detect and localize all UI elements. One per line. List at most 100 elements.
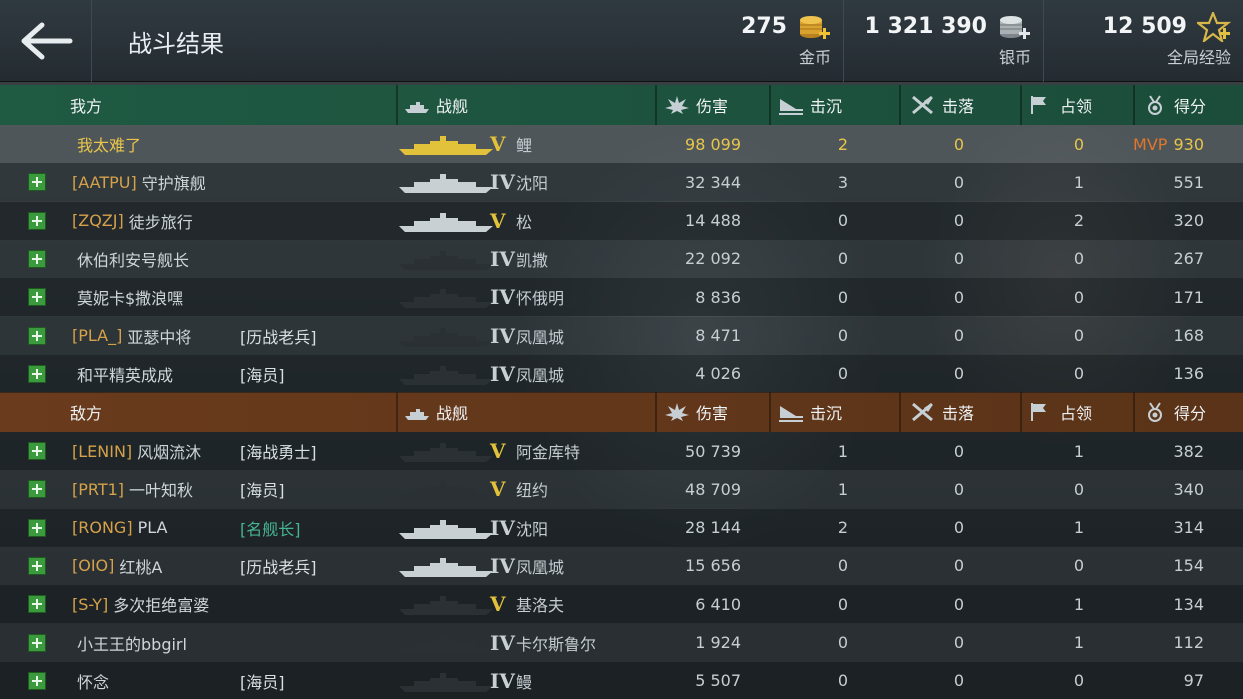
back-button[interactable] <box>0 0 92 82</box>
player-name-cell: [OIO] 红桃A <box>72 547 162 585</box>
ship-silhouette-icon <box>399 136 493 155</box>
add-friend-button[interactable] <box>28 173 46 192</box>
score-value: 97 <box>1183 671 1204 691</box>
player-row[interactable]: 休伯利安号舰长 IV 凯撒 22 092 0 0 0 267 <box>0 239 1243 278</box>
capture-value: 1 <box>1073 594 1084 614</box>
silver-label: 银币 <box>998 48 1031 67</box>
add-friend-button[interactable] <box>28 326 46 345</box>
ship-tier: V <box>490 208 506 233</box>
player-title-badge: [海员] <box>240 481 285 501</box>
player-row[interactable]: 莫妮卡$撒浪嘿 IV 怀俄明 8 836 0 0 0 171 <box>0 278 1243 317</box>
ship-name: 纽约 <box>516 481 549 501</box>
ship-name: 沈阳 <box>516 174 549 194</box>
damage-value: 4 026 <box>695 364 741 384</box>
ship-name: 阿金库特 <box>516 443 581 462</box>
add-friend-button[interactable] <box>28 518 46 537</box>
player-row[interactable]: [RONG] PLA [名舰长] IV 沈阳 28 144 2 0 1 314 <box>0 508 1243 547</box>
col-damage-header[interactable]: 伤害 <box>664 85 728 125</box>
col-sunk-header[interactable]: 击沉 <box>778 392 842 432</box>
ship-name: 沈阳 <box>516 519 549 539</box>
score-value: 314 <box>1173 518 1204 538</box>
player-name: 莫妮卡$撒浪嘿 <box>77 289 184 309</box>
add-friend-button[interactable] <box>28 211 46 230</box>
back-arrow-icon <box>21 22 72 60</box>
player-title-badge: [历战老兵] <box>240 327 317 347</box>
enemy-label: 敌方 <box>70 404 103 423</box>
player-row[interactable]: [PLA_] 亚瑟中将 [历战老兵] IV 凤凰城 8 471 0 0 0 16… <box>0 316 1243 355</box>
player-name-cell: 休伯利安号舰长 <box>72 240 189 278</box>
silver-balance[interactable]: 1 321 390 银币 <box>843 0 1043 82</box>
shotdown-value: 0 <box>953 172 964 192</box>
damage-value: 8 836 <box>695 287 741 307</box>
add-friend-button[interactable] <box>28 633 46 652</box>
score-cell: 154 <box>1120 547 1204 585</box>
capture-value: 0 <box>1073 249 1084 269</box>
col-damage-label: 伤害 <box>696 404 729 423</box>
add-friend-button[interactable] <box>28 364 46 383</box>
score-value: 320 <box>1173 211 1204 231</box>
add-friend-button[interactable] <box>28 556 46 575</box>
silver-value: 1 321 390 <box>864 14 987 39</box>
col-score-header[interactable]: 得分 <box>1142 85 1206 125</box>
player-row[interactable]: 怀念 [海员] IV 鳗 5 507 0 0 0 97 <box>0 661 1243 699</box>
player-row[interactable]: [LENIN] 风烟流沐 [海战勇士] V 阿金库特 50 739 1 0 1 … <box>0 432 1243 470</box>
col-shotdown-header[interactable]: 击落 <box>910 392 974 432</box>
score-value: 136 <box>1173 364 1204 384</box>
player-name: 小王王的bbgirl <box>77 634 187 654</box>
player-row[interactable]: [OIO] 红桃A [历战老兵] IV 凤凰城 15 656 0 0 0 154 <box>0 546 1243 585</box>
ship-silhouette-icon <box>399 443 493 462</box>
col-capture-header[interactable]: 占领 <box>1028 392 1092 432</box>
damage-value: 6 410 <box>695 594 741 614</box>
add-friend-button[interactable] <box>28 442 46 460</box>
add-friend-button[interactable] <box>28 249 46 268</box>
xp-balance[interactable]: 12 509 全局经验 <box>1043 0 1243 82</box>
sinking-ship-icon <box>779 406 803 422</box>
col-ship-header[interactable]: 战舰 <box>404 85 468 125</box>
score-cell: 136 <box>1120 355 1204 393</box>
col-shotdown-header[interactable]: 击落 <box>910 85 974 125</box>
add-friend-button[interactable] <box>28 595 46 614</box>
player-row[interactable]: [PRT1] 一叶知秋 [海员] V 纽约 48 709 1 0 0 340 <box>0 470 1243 509</box>
player-row[interactable]: 小王王的bbgirl IV 卡尔斯鲁尔 1 924 0 0 1 112 <box>0 623 1243 662</box>
player-row[interactable]: [S-Y] 多次拒绝富婆 V 基洛夫 6 410 0 0 1 134 <box>0 585 1243 624</box>
clan-tag: [PRT1] <box>72 479 125 499</box>
shotdown-value: 0 <box>953 671 964 691</box>
col-sunk-header[interactable]: 击沉 <box>778 85 842 125</box>
capture-value: 1 <box>1073 441 1084 461</box>
capture-value: 0 <box>1073 479 1084 499</box>
capture-value: 0 <box>1073 364 1084 384</box>
player-row[interactable]: [AATPU] 守护旗舰 IV 沈阳 32 344 3 0 1 551 <box>0 163 1243 202</box>
ship-silhouette-icon <box>399 596 493 616</box>
ship-tier: V <box>490 439 506 463</box>
col-capture-header[interactable]: 占领 <box>1028 85 1092 125</box>
add-friend-button[interactable] <box>28 288 46 307</box>
clan-tag: [S-Y] <box>72 594 109 614</box>
gold-balance[interactable]: 275 金币 <box>643 0 843 82</box>
add-friend-button[interactable] <box>28 671 46 690</box>
page-title: 战斗结果 <box>128 30 224 58</box>
player-row[interactable]: 和平精英成成 [海员] IV 凤凰城 4 026 0 0 0 136 <box>0 354 1243 393</box>
player-row-self[interactable]: 我太难了 V 鲤 98 099 2 0 0 MVP 930 <box>0 125 1243 163</box>
ship-silhouette-icon <box>399 365 493 385</box>
add-friend-button[interactable] <box>28 480 46 499</box>
col-capture-label: 占领 <box>1060 404 1093 423</box>
ship-tier: IV <box>490 361 515 386</box>
player-name-cell: [AATPU] 守护旗舰 <box>72 163 206 201</box>
player-name-cell: 莫妮卡$撒浪嘿 <box>72 278 183 316</box>
ship-name: 凤凰城 <box>516 327 565 347</box>
sunk-value: 2 <box>837 518 848 538</box>
player-name: 怀念 <box>77 672 110 692</box>
col-damage-header[interactable]: 伤害 <box>664 392 728 432</box>
medal-icon <box>1148 402 1162 422</box>
player-title-badge: [海战勇士] <box>240 443 317 462</box>
player-name: 多次拒绝富婆 <box>113 596 210 616</box>
score-cell: 97 <box>1120 662 1204 699</box>
col-score-header[interactable]: 得分 <box>1142 392 1206 432</box>
damage-value: 14 488 <box>685 211 741 231</box>
flag-icon <box>1031 403 1046 421</box>
player-name-cell: 怀念 <box>72 662 109 699</box>
player-row[interactable]: [ZQZJ] 徒步旅行 V 松 14 488 0 0 2 320 <box>0 201 1243 240</box>
player-name: 一叶知秋 <box>129 481 194 501</box>
col-ship-header[interactable]: 战舰 <box>404 392 468 432</box>
score-cell: 267 <box>1120 240 1204 278</box>
